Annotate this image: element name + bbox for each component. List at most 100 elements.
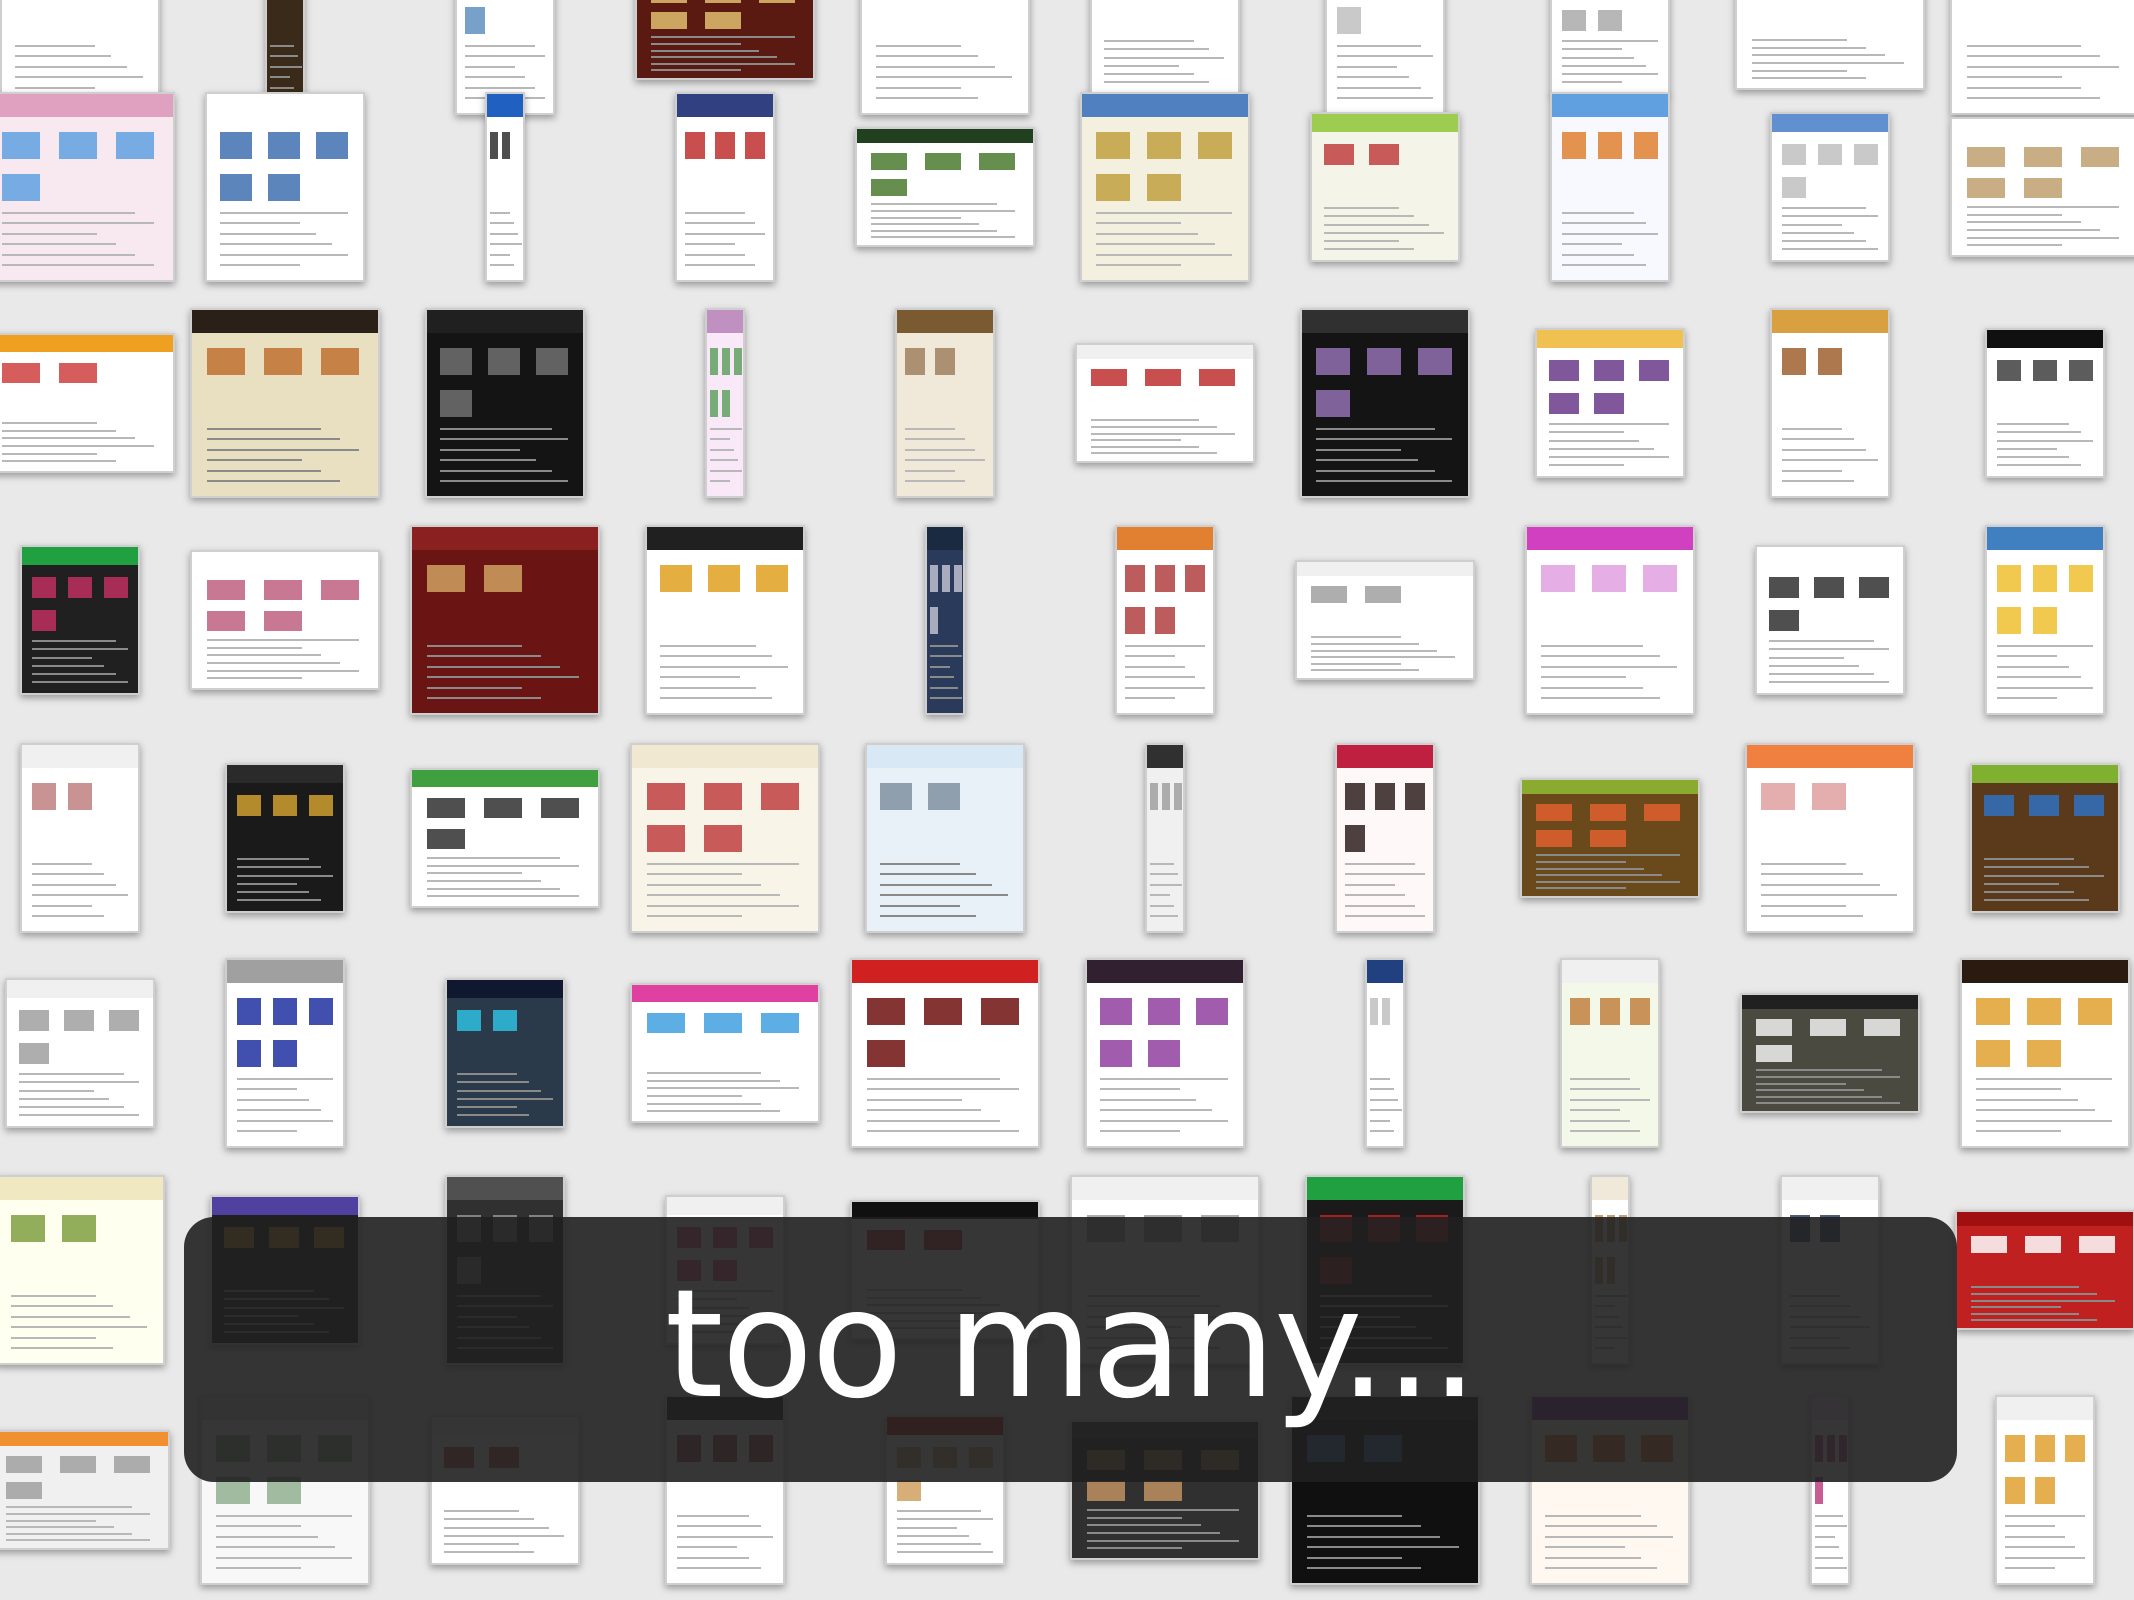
thumbnail-text-line bbox=[685, 222, 755, 224]
thumbnail-image bbox=[457, 1010, 481, 1031]
thumbnail-text-line bbox=[2, 254, 135, 256]
thumbnail-image bbox=[6, 1482, 42, 1499]
thumbnail-image bbox=[651, 12, 687, 29]
thumbnail-text-line bbox=[710, 459, 738, 461]
thumbnail-image bbox=[1810, 1019, 1846, 1036]
thumbnail-text-line bbox=[1150, 915, 1178, 917]
website-thumbnail bbox=[0, 92, 175, 282]
thumbnail-header bbox=[1997, 1397, 2093, 1420]
thumbnail-image bbox=[1634, 132, 1658, 159]
thumbnail-image bbox=[1967, 147, 2005, 167]
thumbnail-text-line bbox=[1125, 697, 1175, 699]
thumbnail-text-line bbox=[1125, 687, 1205, 689]
thumbnail-text-line bbox=[1782, 449, 1866, 451]
thumbnail-image bbox=[1198, 132, 1232, 159]
thumbnail-image bbox=[1984, 795, 2014, 816]
thumbnail-text-line bbox=[1782, 428, 1842, 430]
thumbnail-image bbox=[536, 348, 568, 375]
thumbnail-image bbox=[1147, 174, 1181, 201]
thumbnail-image bbox=[68, 577, 92, 598]
thumbnail-image bbox=[268, 132, 300, 159]
thumbnail-text-line bbox=[1345, 873, 1425, 875]
thumbnail-image bbox=[1096, 132, 1130, 159]
thumbnail-image bbox=[660, 565, 692, 592]
website-thumbnail bbox=[1960, 958, 2130, 1148]
thumbnail-text-line bbox=[1536, 881, 1680, 883]
thumbnail-text-line bbox=[465, 55, 545, 57]
thumbnail-text-line bbox=[1761, 915, 1863, 917]
thumbnail-text-line bbox=[237, 899, 321, 901]
thumbnail-text-line bbox=[11, 1305, 113, 1307]
thumbnail-text-line bbox=[1967, 87, 2081, 89]
website-thumbnail bbox=[410, 525, 600, 715]
thumbnail-text-line bbox=[1971, 1293, 2097, 1295]
website-thumbnail bbox=[925, 525, 965, 715]
thumbnail-text-line bbox=[11, 1347, 113, 1349]
thumbnail-text-line bbox=[1756, 1089, 1864, 1091]
thumbnail-text-line bbox=[207, 449, 359, 451]
thumbnail-text-line bbox=[32, 863, 92, 865]
thumbnail-text-line bbox=[1769, 681, 1889, 683]
thumbnail-image bbox=[905, 348, 925, 375]
thumbnail-image bbox=[2024, 178, 2062, 198]
thumbnail-text-line bbox=[1091, 426, 1217, 428]
thumbnail-text-line bbox=[1984, 858, 2074, 860]
thumbnail-image bbox=[273, 998, 297, 1025]
website-thumbnail bbox=[895, 308, 995, 498]
thumbnail-text-line bbox=[647, 884, 761, 886]
thumbnail-text-line bbox=[1761, 863, 1846, 865]
thumbnail-image bbox=[867, 1040, 905, 1067]
thumbnail-image bbox=[2035, 1477, 2055, 1504]
thumbnail-header bbox=[1367, 960, 1403, 983]
thumbnail-image bbox=[759, 0, 795, 3]
website-thumbnail bbox=[1365, 958, 1405, 1148]
thumbnail-text-line bbox=[677, 1557, 749, 1559]
thumbnail-header bbox=[1527, 527, 1693, 550]
thumbnail-image bbox=[761, 1013, 799, 1033]
thumbnail-text-line bbox=[1150, 884, 1182, 886]
thumbnail-text-line bbox=[1345, 884, 1395, 886]
thumbnail-image bbox=[722, 390, 730, 417]
thumbnail-text-line bbox=[871, 210, 1015, 212]
thumbnail-header bbox=[1297, 562, 1473, 576]
thumbnail-text-line bbox=[1549, 448, 1654, 450]
thumbnail-text-line bbox=[905, 428, 955, 430]
thumbnail-text-line bbox=[1311, 663, 1401, 665]
thumbnail-text-line bbox=[427, 655, 541, 657]
thumbnail-text-line bbox=[1782, 438, 1854, 440]
thumbnail-image bbox=[264, 348, 302, 375]
thumbnail-text-line bbox=[216, 1546, 335, 1548]
thumbnail-header bbox=[1952, 119, 2134, 136]
thumbnail-text-line bbox=[427, 676, 579, 678]
thumbnail-text-line bbox=[677, 1525, 761, 1527]
thumbnail-image bbox=[104, 577, 128, 598]
thumbnail-text-line bbox=[427, 895, 579, 897]
thumbnail-image bbox=[710, 348, 718, 375]
thumbnail-text-line bbox=[1984, 891, 2074, 893]
thumbnail-text-line bbox=[207, 480, 340, 482]
thumbnail-image bbox=[685, 132, 705, 159]
thumbnail-image bbox=[925, 153, 961, 170]
thumbnail-text-line bbox=[1967, 206, 2119, 208]
website-thumbnail bbox=[1295, 560, 1475, 680]
thumbnail-image bbox=[954, 565, 962, 592]
website-thumbnail bbox=[20, 545, 140, 695]
thumbnail-text-line bbox=[1324, 215, 1414, 217]
thumbnail-text-line bbox=[1997, 645, 2093, 647]
thumbnail-image bbox=[6, 1456, 42, 1473]
thumbnail-text-line bbox=[1087, 1509, 1239, 1511]
thumbnail-text-line bbox=[1997, 666, 2069, 668]
thumbnail-image bbox=[942, 565, 950, 592]
thumbnail-text-line bbox=[1752, 47, 1866, 49]
thumbnail-header bbox=[867, 745, 1023, 768]
thumbnail-text-line bbox=[490, 233, 518, 235]
thumbnail-text-line bbox=[15, 87, 95, 89]
thumbnail-text-line bbox=[685, 264, 755, 266]
thumbnail-text-line bbox=[216, 1525, 301, 1527]
thumbnail-text-line bbox=[710, 480, 730, 482]
thumbnail-image bbox=[2005, 1477, 2025, 1504]
thumbnail-image bbox=[930, 607, 938, 634]
thumbnail-text-line bbox=[207, 670, 359, 672]
thumbnail-text-line bbox=[1345, 894, 1405, 896]
thumbnail-text-line bbox=[897, 1527, 957, 1529]
